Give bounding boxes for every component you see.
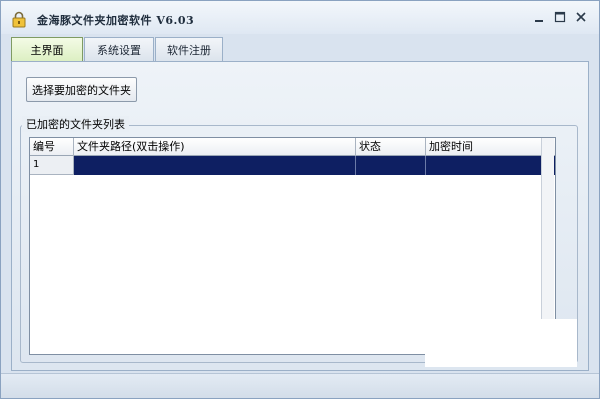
minimize-icon[interactable]: [531, 9, 547, 25]
tab-main[interactable]: 主界面: [11, 37, 83, 62]
select-folder-button[interactable]: 选择要加密的文件夹: [26, 77, 137, 102]
column-header-time[interactable]: 加密时间: [426, 138, 555, 156]
window-title: 金海豚文件夹加密软件 V6.03: [37, 14, 195, 27]
tab-register[interactable]: 软件注册: [155, 37, 223, 62]
row-time-cell[interactable]: [426, 156, 555, 175]
lock-icon: [12, 11, 26, 28]
row-index: 1: [30, 156, 74, 175]
close-icon[interactable]: [573, 9, 589, 25]
row-path-cell[interactable]: [74, 156, 356, 175]
row-status-cell[interactable]: [356, 156, 426, 175]
table-header: 编号 文件夹路径(双击操作) 状态 加密时间: [30, 138, 555, 156]
status-bar: [1, 373, 599, 398]
column-header-index[interactable]: 编号: [30, 138, 74, 156]
maximize-icon[interactable]: [552, 9, 568, 25]
blank-area: [425, 319, 577, 367]
column-header-path[interactable]: 文件夹路径(双击操作): [74, 138, 356, 156]
group-title: 已加密的文件夹列表: [22, 116, 129, 132]
table-row[interactable]: 1: [30, 156, 555, 175]
app-window: 金海豚文件夹加密软件 V6.03 主界面 系统设置 软件注册 选择要加密的文件夹…: [0, 0, 600, 399]
tab-settings[interactable]: 系统设置: [84, 37, 154, 62]
title-bar[interactable]: 金海豚文件夹加密软件 V6.03: [1, 1, 599, 34]
column-header-status[interactable]: 状态: [356, 138, 426, 156]
